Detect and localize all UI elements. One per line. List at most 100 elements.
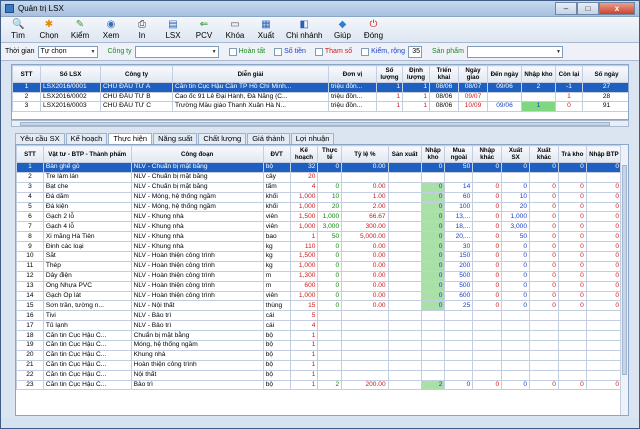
toolbar-chinhanh-button[interactable]: ◧ Chi nhánh: [286, 19, 322, 40]
detail-row[interactable]: 13 Ống Nhựa PVC NLV - Hoàn thiện công trìn…: [16, 280, 623, 292]
detail-header-0[interactable]: STT: [16, 145, 44, 163]
lsx-header-3[interactable]: Diễn giải: [172, 65, 329, 83]
horizontal-scrollbar[interactable]: [11, 120, 629, 127]
detail-header-1[interactable]: Vật tư - BTP - Thành phẩm: [42, 145, 132, 163]
detail-header-7[interactable]: Sản xuất: [387, 145, 422, 163]
detail-cell: 0: [317, 241, 343, 253]
thamso-checkbox[interactable]: [314, 47, 323, 56]
lsx-header-11[interactable]: Còn lại: [555, 65, 583, 83]
detail-header-14[interactable]: Nhập BTP: [585, 145, 623, 163]
detail-row[interactable]: 12 Dây điện NLV - Hoàn thiện công trình m 1,…: [16, 270, 623, 282]
lsx-cell: Cao ốc 91 Lê Đại Hành, Đà Nẵng (C...: [172, 91, 329, 102]
toolbar-lsx-button[interactable]: ▤ LSX: [162, 19, 184, 40]
toolbar-in-button[interactable]: ⎙ In: [131, 19, 153, 40]
kiemrong-input[interactable]: 35: [407, 45, 422, 58]
detail-row[interactable]: 19 Căn tin Cục Hậu C... Móng, hệ thống ngầ…: [16, 340, 623, 351]
detail-cell: [420, 171, 446, 183]
lsx-header-1[interactable]: Số LSX: [40, 65, 101, 83]
detail-row[interactable]: 16 Tivi NLV - Bảo trì cái 5: [16, 310, 623, 322]
detail-row[interactable]: 21 Căn tin Cục Hậu C... Hoàn thiện công tr…: [16, 359, 623, 371]
detail-row[interactable]: 3 Bạt che NLV - Chuẩn bị mặt bằng tấm 4 0 0.00…: [16, 181, 623, 193]
lsx-header-5[interactable]: Số lượng: [376, 65, 403, 83]
detail-cell: [557, 330, 587, 342]
lsx-header-12[interactable]: Số ngày: [582, 65, 628, 83]
lsx-header-7[interactable]: Triển khai: [429, 65, 459, 83]
detail-header-13[interactable]: Trả kho: [557, 145, 587, 163]
close-button[interactable]: x: [599, 2, 635, 15]
lsx-header-9[interactable]: Đến ngày: [487, 65, 522, 83]
lsx-row[interactable]: 3 LSX2016/0003 CHỦ ĐẦU TƯ C Trường Mẫu giáo…: [12, 101, 628, 112]
sotien-checkbox[interactable]: [274, 47, 283, 56]
toolbar-kiem-button[interactable]: ✎ Kiểm: [69, 19, 91, 40]
lsx-row[interactable]: 2 LSX2016/0002 CHỦ ĐẦU TƯ B Cao ốc 91 Lê Đạ…: [12, 91, 628, 102]
detail-row[interactable]: 18 Căn tin Cục Hậu C... Chuẩn bị mặt bằng b…: [16, 330, 623, 342]
tab-6[interactable]: Lợi nhuận: [290, 133, 335, 144]
lsx-header-6[interactable]: Định lượng: [402, 65, 430, 83]
detail-row[interactable]: 5 Đá kiện NLV - Móng, hệ thống ngầm khối 1,0…: [16, 201, 623, 213]
detail-row[interactable]: 17 Tủ lạnh NLV - Bảo trì cái 4: [16, 320, 623, 332]
detail-row[interactable]: 11 Thép NLV - Hoàn thiện công trình kg 1,000…: [16, 260, 623, 272]
lsx-header-4[interactable]: Đơn vị: [328, 65, 377, 83]
detail-header-11[interactable]: Xuất SX: [501, 145, 531, 163]
detail-header-10[interactable]: Nhập khác: [472, 145, 503, 163]
detail-row[interactable]: 10 Sắt NLV - Hoàn thiện công trình kg 1,500 0…: [16, 251, 623, 262]
lsx-header-8[interactable]: Ngày giao: [458, 65, 488, 83]
detail-row[interactable]: 9 Đinh các loại NLV - Khung nhà kg 110 0 0.00 0…: [16, 241, 623, 253]
toolbar-xuat-button[interactable]: ▦ Xuất: [255, 19, 277, 40]
vertical-scrollbar-thumb[interactable]: [622, 165, 627, 375]
detail-header-12[interactable]: Xuất khác: [529, 145, 559, 163]
detail-cell: 0: [420, 241, 446, 253]
detail-row[interactable]: 1 Bàn ghế gỗ NLV - Chuẩn bị mặt bằng bộ 32 0 0…: [16, 162, 623, 173]
toolbar-chon-button[interactable]: ✱ Chọn: [38, 19, 60, 40]
lsx-row[interactable]: 1 LSX2016/0001 CHỦ ĐẦU TƯ A Căn tin Cục Hậu…: [12, 82, 628, 93]
scrollbar-thumb[interactable]: [20, 122, 610, 126]
detail-row[interactable]: 23 Căn tin Cục Hậu C... Bảo trì bộ 1 2 200.00 2…: [16, 379, 623, 391]
detail-cell: 0: [585, 260, 623, 272]
detail-row[interactable]: 2 Tre làm lán NLV - Chuẩn bị mặt bằng cây 20: [16, 171, 623, 183]
detail-header-2[interactable]: Công đoạn: [130, 145, 264, 163]
tab-4[interactable]: Chất lượng: [198, 133, 247, 144]
detail-row[interactable]: 15 Sơn trần, tường n... NLV - Nội thất thùn…: [16, 300, 623, 312]
detail-row[interactable]: 22 Căn tin Cục Hậu C... Nội thất bộ 1: [16, 369, 623, 381]
detail-header-8[interactable]: Nhập kho: [420, 145, 446, 163]
toolbar-pcv-button[interactable]: ⇐ PCV: [193, 19, 215, 40]
detail-cell: Căn tin Cục Hậu C...: [42, 359, 132, 371]
detail-cell: 0.00: [341, 181, 389, 193]
thoigian-combo[interactable]: Tự chọn: [37, 45, 98, 58]
detail-cell: [472, 359, 503, 371]
tab-0[interactable]: Yêu cầu SX: [15, 133, 65, 144]
lsx-header-2[interactable]: Công ty: [100, 65, 173, 83]
detail-header-5[interactable]: Thực tế: [317, 145, 343, 163]
toolbar-xem-button[interactable]: ◉ Xem: [100, 19, 122, 40]
congty-combo[interactable]: [134, 45, 219, 58]
vertical-scrollbar[interactable]: [620, 145, 628, 415]
detail-header-4[interactable]: Kế hoạch: [289, 145, 319, 163]
detail-header-6[interactable]: Tỷ lệ %: [341, 145, 389, 163]
tab-3[interactable]: Năng suất: [153, 133, 198, 144]
maximize-button[interactable]: □: [577, 2, 599, 15]
lsx-header-0[interactable]: STT: [12, 65, 41, 83]
detail-row[interactable]: 14 Gạch Ốp lát NLV - Hoàn thiện công trình…: [16, 290, 623, 302]
detail-cell: 2: [317, 379, 343, 391]
detail-row[interactable]: 4 Đá dăm NLV - Móng, hệ thống ngầm khối 1,00…: [16, 191, 623, 203]
tab-5[interactable]: Giá thành: [247, 133, 290, 144]
lsx-header-10[interactable]: Nhập kho: [521, 65, 556, 83]
toolbar-giup-button[interactable]: ◆ Giúp: [331, 19, 353, 40]
detail-cell: 14: [16, 290, 44, 302]
detail-header-9[interactable]: Mua ngoài: [444, 145, 474, 163]
kiemrong-checkbox[interactable]: [361, 47, 370, 56]
detail-cell: 18,...: [444, 221, 474, 233]
detail-row[interactable]: 20 Căn tin Cục Hậu C... Khung nhà bộ 1: [16, 349, 623, 361]
detail-header-3[interactable]: ĐVT: [262, 145, 291, 163]
detail-cell: 0: [557, 290, 587, 302]
sanpham-combo[interactable]: [466, 45, 563, 58]
tab-1[interactable]: Kế hoạch: [65, 133, 108, 144]
minimize-button[interactable]: –: [555, 2, 577, 15]
toolbar-tim-button[interactable]: 🔍 Tìm: [7, 19, 29, 40]
detail-row[interactable]: 7 Gạch 4 lỗ NLV - Khung nhà viên 1,000 3,000 3…: [16, 221, 623, 233]
toolbar-khoa-button[interactable]: ▭ Khóa: [224, 19, 246, 40]
hoantat-checkbox[interactable]: [228, 47, 237, 56]
detail-row[interactable]: 6 Gạch 2 lỗ NLV - Khung nhà viên 1,500 1,000 6…: [16, 211, 623, 223]
toolbar-dong-button[interactable]: ⏻ Đóng: [362, 19, 384, 40]
detail-row[interactable]: 8 Xi măng Hà Tiên NLV - Khung nhà bao 1 50 5,0…: [16, 231, 623, 243]
